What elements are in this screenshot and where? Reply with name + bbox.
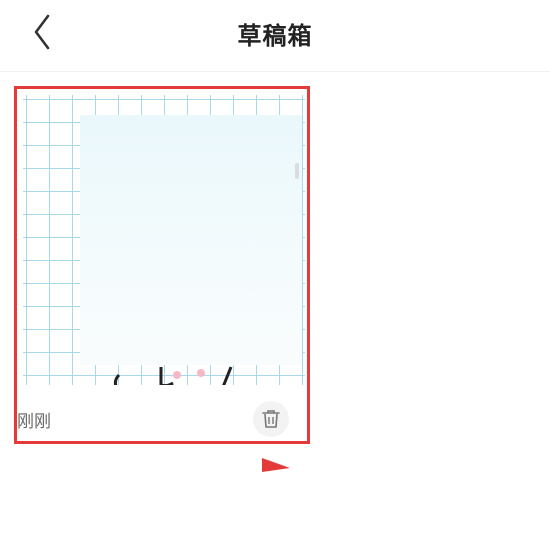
draft-card[interactable]: 刚刚 xyxy=(14,86,310,444)
trash-icon xyxy=(262,410,280,428)
drafts-page: 草稿箱 刚刚 xyxy=(0,0,550,556)
draft-timestamp: 刚刚 xyxy=(17,412,51,432)
draft-thumbnail[interactable] xyxy=(23,95,305,385)
top-nav-bar: 草稿箱 xyxy=(0,0,550,72)
thumbnail-content xyxy=(80,115,302,365)
scroll-indicator xyxy=(295,163,299,179)
arrow-pointer-icon xyxy=(262,458,290,472)
page-title: 草稿箱 xyxy=(237,22,313,50)
delete-draft-button[interactable] xyxy=(253,401,289,437)
decoration-image xyxy=(113,366,233,385)
